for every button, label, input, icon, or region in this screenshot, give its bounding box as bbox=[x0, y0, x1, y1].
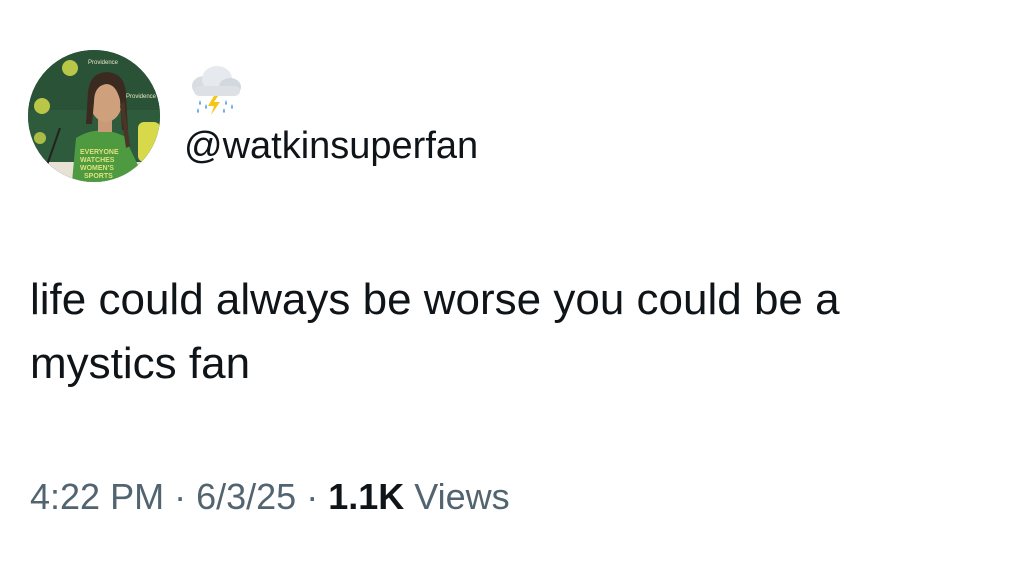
shirt-text-line: WOMEN'S bbox=[80, 165, 114, 172]
shirt-text-line: EVERYONE bbox=[80, 149, 119, 156]
tweet-text: life could always be worse you could be … bbox=[30, 268, 990, 396]
meta-separator: · bbox=[306, 476, 319, 517]
views-count[interactable]: 1.1K bbox=[328, 476, 404, 517]
user-handle[interactable]: @watkinsuperfan bbox=[184, 124, 478, 168]
tweet-date[interactable]: 6/3/25 bbox=[196, 476, 296, 517]
avatar[interactable]: Providence Providence EVERYONE WATCHES W… bbox=[28, 50, 160, 182]
tweet-time[interactable]: 4:22 PM bbox=[30, 476, 164, 517]
views-label: Views bbox=[414, 476, 510, 517]
shirt-text-line: WATCHES bbox=[80, 157, 115, 164]
tweet-text-line: mystics fan bbox=[30, 339, 251, 388]
meta-separator: · bbox=[174, 476, 187, 517]
backdrop-text: Providence bbox=[88, 60, 119, 66]
avatar-image: Providence Providence EVERYONE WATCHES W… bbox=[28, 50, 160, 182]
shirt-text-line: SPORTS bbox=[84, 173, 113, 180]
tweet-text-line: life could always be worse you could be … bbox=[30, 275, 840, 324]
svg-text:Providence: Providence bbox=[126, 94, 157, 100]
tweet-meta: 4:22 PM · 6/3/25 · 1.1K Views bbox=[30, 475, 510, 519]
tweet-card: Providence Providence EVERYONE WATCHES W… bbox=[0, 0, 1020, 562]
cloud-with-lightning-and-rain-icon[interactable] bbox=[184, 62, 246, 118]
